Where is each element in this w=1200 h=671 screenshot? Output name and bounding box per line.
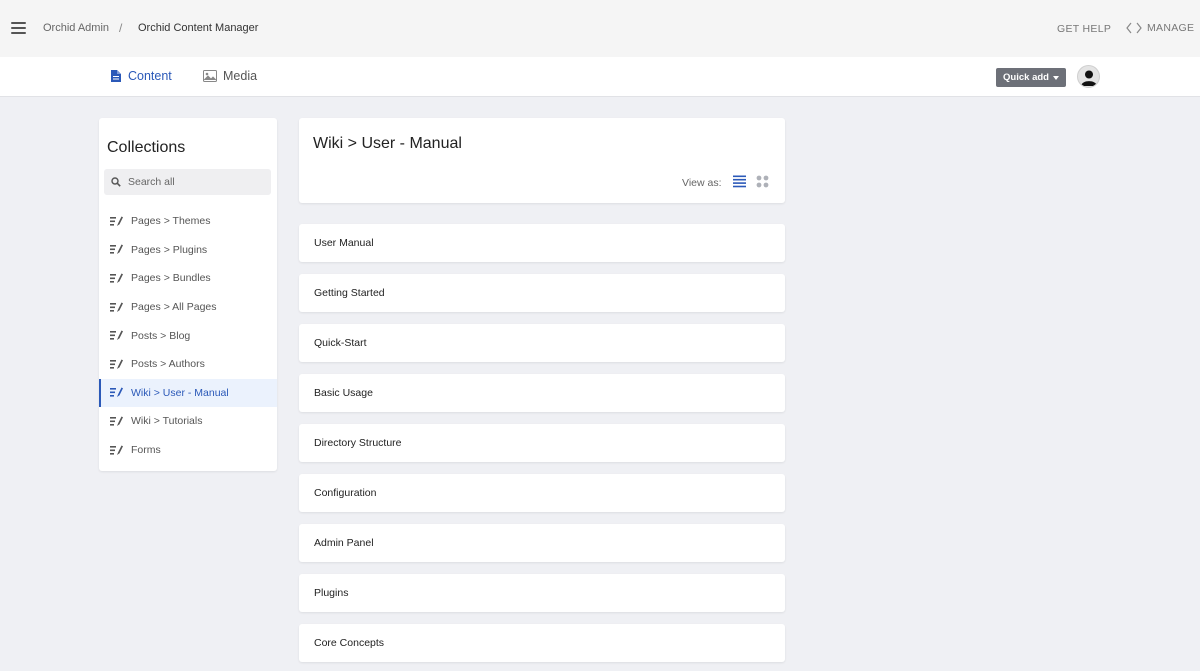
sidebar-item[interactable]: Posts > Authors — [99, 350, 277, 379]
quick-add-label: Quick add — [1003, 72, 1049, 83]
top-bar: Orchid Admin / Orchid Content Manager GE… — [0, 0, 1200, 57]
code-icon — [1126, 22, 1142, 34]
collections-sidebar: Collections Pages > Themes Pages > Plugin… — [99, 118, 277, 471]
entry-row[interactable]: Core Concepts — [299, 624, 785, 662]
sidebar-title: Collections — [107, 139, 186, 156]
tab-media[interactable]: Media — [203, 69, 257, 83]
entry-row[interactable]: Quick-Start — [299, 324, 785, 362]
collection-list: Pages > Themes Pages > Plugins Pages > Bun… — [99, 207, 277, 464]
collection-icon — [110, 359, 123, 369]
manage-link[interactable]: MANAGE — [1126, 21, 1194, 35]
breadcrumb-separator: / — [119, 21, 123, 35]
sidebar-item-label: Posts > Authors — [131, 358, 205, 371]
entry-title: Basic Usage — [314, 387, 373, 399]
hamburger-menu-icon[interactable] — [11, 22, 26, 34]
breadcrumb-current: Orchid Content Manager — [138, 22, 259, 34]
entry-title: Quick-Start — [314, 337, 367, 349]
entry-row[interactable]: Getting Started — [299, 274, 785, 312]
entry-title: User Manual — [314, 237, 374, 249]
sidebar-item[interactable]: Pages > Themes — [99, 207, 277, 236]
sidebar-item-label: Wiki > Tutorials — [131, 415, 203, 428]
tab-content-label: Content — [128, 69, 172, 83]
search-input[interactable] — [128, 176, 258, 188]
entry-row[interactable]: Basic Usage — [299, 374, 785, 412]
tab-content[interactable]: Content — [110, 69, 172, 83]
search-icon — [111, 177, 121, 187]
sidebar-item-label: Pages > All Pages — [131, 301, 217, 314]
collection-header: Wiki > User - Manual View as: — [299, 118, 785, 203]
sidebar-item[interactable]: Pages > Bundles — [99, 264, 277, 293]
sidebar-item-label: Pages > Plugins — [131, 243, 208, 256]
sidebar-item-label: Pages > Bundles — [131, 272, 211, 285]
collection-icon — [110, 416, 123, 426]
sidebar-item-label: Posts > Blog — [131, 329, 191, 342]
entry-title: Admin Panel — [314, 537, 374, 549]
breadcrumb-root[interactable]: Orchid Admin — [43, 22, 109, 34]
collection-icon — [110, 330, 123, 341]
user-avatar[interactable] — [1077, 65, 1100, 88]
entry-row[interactable]: Plugins — [299, 574, 785, 612]
document-icon — [111, 70, 121, 82]
entry-row[interactable]: Admin Panel — [299, 524, 785, 562]
entry-title: Directory Structure — [314, 437, 402, 449]
caret-down-icon — [1052, 75, 1059, 80]
entry-list: User Manual Getting Started Quick-Start Bas… — [299, 224, 785, 671]
list-view-icon[interactable] — [733, 175, 746, 188]
sidebar-item[interactable]: Posts > Blog — [99, 321, 277, 350]
quick-add-button[interactable]: Quick add — [996, 68, 1066, 87]
get-help-link[interactable]: GET HELP — [1057, 23, 1111, 35]
tab-media-label: Media — [223, 69, 258, 83]
collection-icon — [110, 302, 123, 312]
manage-label: MANAGE — [1147, 22, 1195, 34]
collection-icon — [110, 216, 123, 226]
sidebar-item[interactable]: Forms — [99, 436, 277, 465]
grid-view-icon[interactable] — [756, 175, 769, 188]
sidebar-item[interactable]: Pages > All Pages — [99, 293, 277, 322]
user-icon — [1081, 70, 1097, 86]
entry-title: Configuration — [314, 487, 377, 499]
sidebar-item-label: Wiki > User - Manual — [131, 386, 229, 399]
entry-title: Plugins — [314, 587, 349, 599]
entry-title: Core Concepts — [314, 637, 385, 649]
sidebar-item[interactable]: Wiki > User - Manual — [99, 378, 277, 408]
collection-icon — [110, 273, 123, 283]
entry-row[interactable]: Configuration — [299, 474, 785, 512]
sidebar-item-label: Pages > Themes — [131, 215, 211, 228]
entry-row[interactable]: User Manual — [299, 224, 785, 262]
collection-icon — [110, 387, 123, 398]
image-icon — [203, 70, 217, 82]
sidebar-item[interactable]: Wiki > Tutorials — [99, 407, 277, 436]
entry-title: Getting Started — [314, 287, 385, 299]
sidebar-item[interactable]: Pages > Plugins — [99, 236, 277, 265]
content-navbar: Content Media Quick add — [0, 57, 1200, 97]
search-box[interactable] — [104, 169, 271, 195]
sidebar-item-label: Forms — [131, 444, 161, 457]
entry-row[interactable]: Directory Structure — [299, 424, 785, 462]
collection-icon — [110, 445, 123, 455]
view-as-label: View as: — [682, 177, 722, 189]
collection-icon — [110, 244, 123, 255]
page-title: Wiki > User - Manual — [313, 135, 462, 152]
